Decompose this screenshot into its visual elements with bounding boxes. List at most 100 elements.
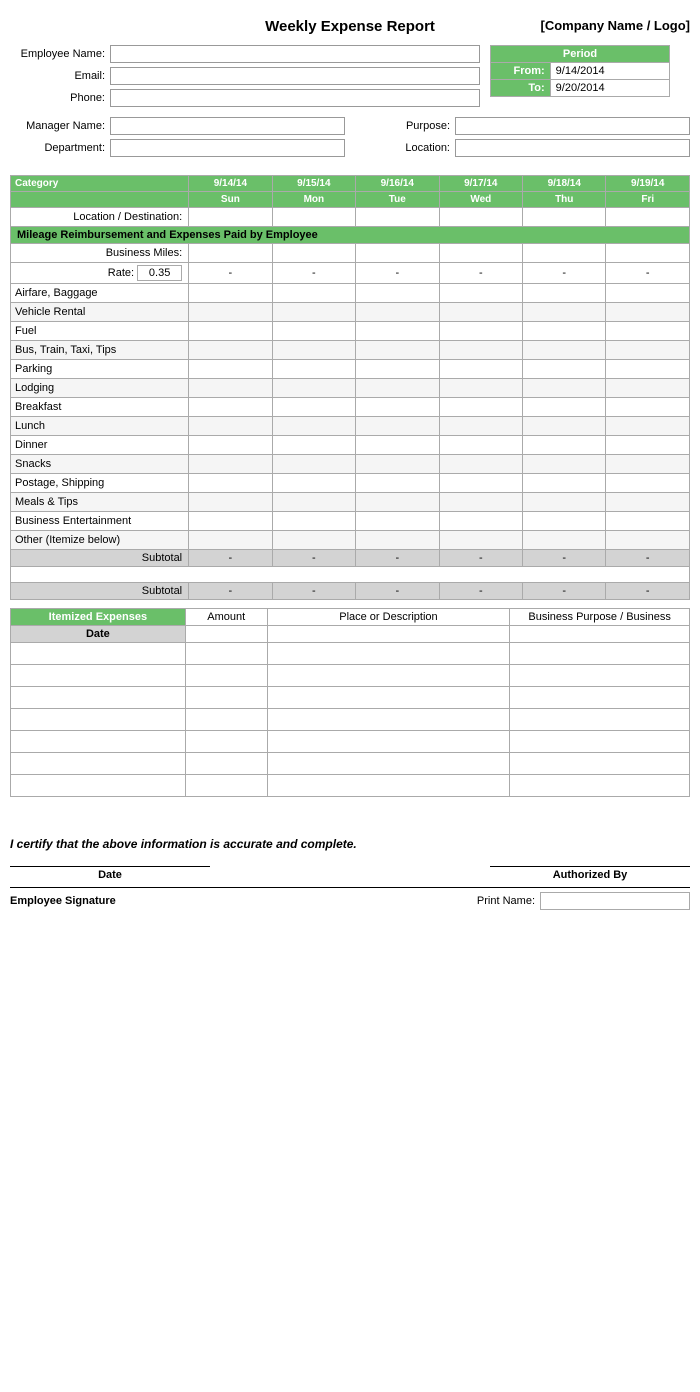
subtotal2-fri: - xyxy=(606,583,690,600)
date-mon: 9/15/14 xyxy=(272,176,355,192)
manager-name-label: Manager Name: xyxy=(10,120,110,132)
miles-tue[interactable] xyxy=(356,244,439,263)
period-header: Period xyxy=(491,46,670,63)
date-tue: 9/16/14 xyxy=(356,176,439,192)
subtotal-row-1: Subtotal - - - - - - xyxy=(11,550,690,567)
location-sun-input[interactable] xyxy=(193,210,267,224)
miles-fri[interactable] xyxy=(606,244,690,263)
purpose-input[interactable] xyxy=(455,117,690,135)
email-label: Email: xyxy=(10,70,110,82)
date-sun: 9/14/14 xyxy=(189,176,272,192)
mileage-label: Mileage Reimbursement and Expenses Paid … xyxy=(11,227,690,244)
location-mon-input[interactable] xyxy=(277,210,351,224)
subtotal1-tue: - xyxy=(356,550,439,567)
date-sig-line xyxy=(10,866,210,867)
manager-name-input[interactable] xyxy=(110,117,345,135)
subtotal1-fri: - xyxy=(606,550,690,567)
subtotal2-mon: - xyxy=(272,583,355,600)
location-fri[interactable] xyxy=(606,208,690,227)
rate-mon: - xyxy=(272,263,355,284)
subtotal1-thu: - xyxy=(523,550,606,567)
period-from-label: From: xyxy=(491,63,551,80)
phone-label: Phone: xyxy=(10,92,110,104)
table-row: Other (Itemize below) xyxy=(11,531,690,550)
location-sun[interactable] xyxy=(189,208,272,227)
itemized-place-header: Place or Description xyxy=(267,609,510,626)
day-mon: Mon xyxy=(272,192,355,208)
itemized-amount-header: Amount xyxy=(185,609,267,626)
authorized-sig-line xyxy=(490,866,690,867)
list-item xyxy=(11,709,690,731)
location-wed-input[interactable] xyxy=(444,210,518,224)
miles-sun[interactable] xyxy=(189,244,272,263)
category-header-2 xyxy=(11,192,189,208)
miles-mon[interactable] xyxy=(272,244,355,263)
authorized-signature-area: Authorized By xyxy=(490,866,690,881)
location-tue[interactable] xyxy=(356,208,439,227)
mileage-section-header: Mileage Reimbursement and Expenses Paid … xyxy=(11,227,690,244)
miles-wed[interactable] xyxy=(439,244,522,263)
table-row: Vehicle Rental xyxy=(11,303,690,322)
location-input[interactable] xyxy=(455,139,690,157)
signature-row: Date Authorized By xyxy=(10,866,690,881)
date-wed: 9/17/14 xyxy=(439,176,522,192)
email-input[interactable] xyxy=(110,67,480,85)
purpose-label: Purpose: xyxy=(355,120,455,132)
employee-signature-row: Employee Signature Print Name: xyxy=(10,887,690,910)
category-header: Category xyxy=(11,176,189,192)
day-wed: Wed xyxy=(439,192,522,208)
date-thu: 9/18/14 xyxy=(523,176,606,192)
phone-input[interactable] xyxy=(110,89,480,107)
list-item xyxy=(11,643,690,665)
location-fri-input[interactable] xyxy=(610,210,685,224)
location-row: Location / Destination: xyxy=(11,208,690,227)
rate-thu: - xyxy=(523,263,606,284)
period-to-value: 9/20/2014 xyxy=(550,80,669,97)
location-tue-input[interactable] xyxy=(360,210,434,224)
table-row: Fuel xyxy=(11,322,690,341)
itemized-purpose-header: Business Purpose / Business xyxy=(510,609,690,626)
subtotal2-wed: - xyxy=(439,583,522,600)
day-sun: Sun xyxy=(189,192,272,208)
location-thu[interactable] xyxy=(523,208,606,227)
signature-section: I certify that the above information is … xyxy=(10,817,690,910)
location-wed[interactable] xyxy=(439,208,522,227)
itemized-table: Itemized Expenses Amount Place or Descri… xyxy=(10,608,690,797)
spacer-row xyxy=(11,567,690,583)
subtotal1-label: Subtotal xyxy=(11,550,189,567)
location-thu-input[interactable] xyxy=(527,210,601,224)
rate-row: Rate: - - - - - - xyxy=(11,263,690,284)
rate-label: Rate: xyxy=(11,263,189,284)
date-signature-area: Date xyxy=(10,866,210,881)
date-fri: 9/19/14 xyxy=(606,176,690,192)
employee-name-input[interactable] xyxy=(110,45,480,63)
table-row: Business Entertainment xyxy=(11,512,690,531)
location-destination-label: Location / Destination: xyxy=(11,208,189,227)
location-mon[interactable] xyxy=(272,208,355,227)
day-tue: Tue xyxy=(356,192,439,208)
rate-wed: - xyxy=(439,263,522,284)
table-row: Breakfast xyxy=(11,398,690,417)
miles-thu[interactable] xyxy=(523,244,606,263)
rate-input[interactable] xyxy=(137,265,182,281)
table-row: Parking xyxy=(11,360,690,379)
department-label: Department: xyxy=(10,142,110,154)
table-row: Dinner xyxy=(11,436,690,455)
print-name-input[interactable] xyxy=(540,892,690,910)
page-title: Weekly Expense Report xyxy=(237,10,464,35)
list-item xyxy=(11,753,690,775)
list-item xyxy=(11,665,690,687)
subtotal1-sun: - xyxy=(189,550,272,567)
print-name-area: Print Name: xyxy=(477,892,690,910)
itemized-date-row: Date xyxy=(11,626,690,643)
subtotal2-thu: - xyxy=(523,583,606,600)
table-row: Bus, Train, Taxi, Tips xyxy=(11,341,690,360)
expense-table: Category 9/14/14 9/15/14 9/16/14 9/17/14… xyxy=(10,175,690,600)
table-row: Airfare, Baggage xyxy=(11,284,690,303)
employee-name-label: Employee Name: xyxy=(10,48,110,60)
rate-tue: - xyxy=(356,263,439,284)
table-row: Lunch xyxy=(11,417,690,436)
table-row: Meals & Tips xyxy=(11,493,690,512)
table-row: Postage, Shipping xyxy=(11,474,690,493)
department-input[interactable] xyxy=(110,139,345,157)
